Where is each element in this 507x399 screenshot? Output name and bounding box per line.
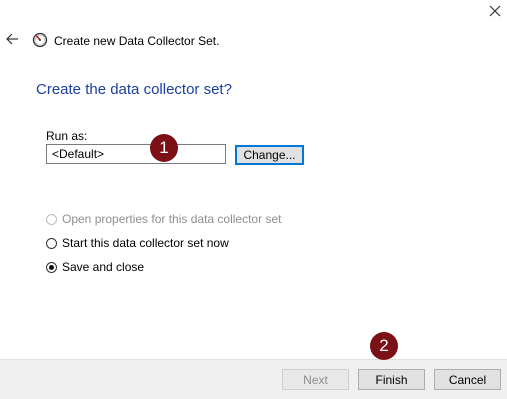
back-arrow-icon[interactable]: [5, 32, 19, 46]
run-as-field[interactable]: <Default>: [46, 144, 226, 164]
wizard-title: Create new Data Collector Set.: [54, 34, 220, 48]
option-start-now[interactable]: Start this data collector set now: [46, 236, 229, 250]
finish-button[interactable]: Finish: [358, 369, 425, 390]
next-button[interactable]: Next: [282, 369, 349, 390]
option-label: Save and close: [62, 260, 145, 274]
close-icon[interactable]: [487, 3, 503, 19]
annotation-marker-2: 2: [370, 332, 398, 360]
annotation-marker-1: 1: [150, 134, 178, 162]
option-open-properties: Open properties for this data collector …: [46, 212, 281, 226]
radio-button: [46, 213, 57, 225]
performance-monitor-icon: [32, 32, 48, 48]
option-label: Open properties for this data collector …: [62, 212, 282, 226]
change-button[interactable]: Change...: [235, 145, 304, 165]
option-label: Start this data collector set now: [62, 236, 229, 250]
page-heading: Create the data collector set?: [36, 81, 232, 98]
cancel-button[interactable]: Cancel: [434, 369, 501, 390]
option-save-and-close[interactable]: Save and close: [46, 260, 144, 274]
radio-button[interactable]: [46, 237, 57, 249]
footer-bar: [0, 359, 507, 399]
radio-button[interactable]: [46, 261, 57, 273]
run-as-label: Run as:: [46, 129, 88, 143]
